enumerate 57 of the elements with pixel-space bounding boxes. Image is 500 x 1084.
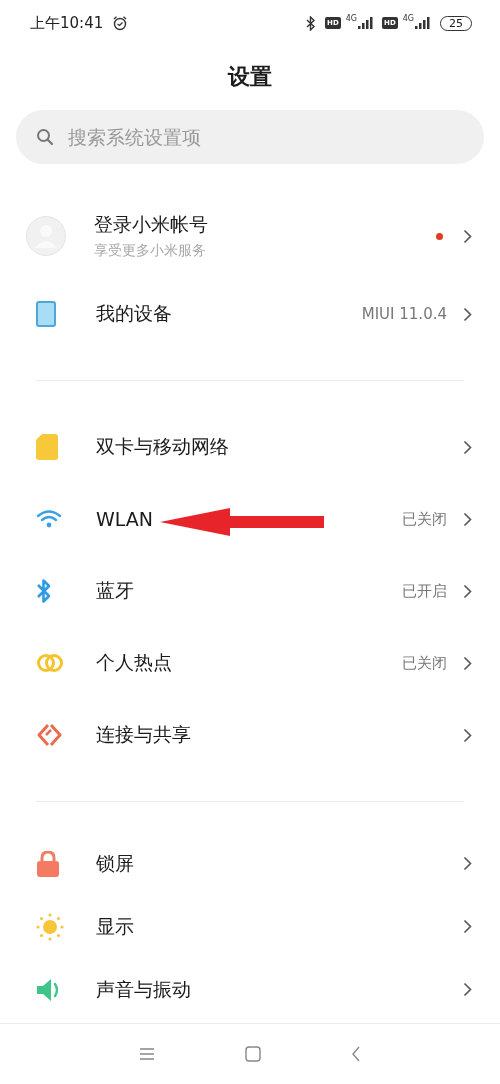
item-label: 个人热点: [96, 650, 172, 675]
signal-icon: [415, 17, 430, 29]
chevron-icon: [463, 228, 472, 244]
item-label: 双卡与移动网络: [96, 434, 229, 459]
bluetooth-icon: [306, 15, 317, 31]
tablet-icon: [36, 301, 56, 327]
item-label: 声音与振动: [96, 976, 191, 1002]
chevron-icon: [463, 511, 472, 527]
settings-item[interactable]: 显示: [0, 895, 500, 958]
settings-item[interactable]: 个人热点 已关闭: [0, 627, 500, 699]
settings-item[interactable]: 锁屏: [0, 832, 500, 895]
account-row[interactable]: 登录小米帐号 享受更多小米服务: [0, 164, 500, 278]
chevron-icon: [463, 919, 472, 934]
item-value: 已关闭: [402, 653, 447, 673]
wifi-icon: [36, 509, 62, 529]
item-label: 显示: [96, 913, 134, 939]
chevron-icon: [463, 439, 472, 455]
item-label: 蓝牙: [96, 578, 134, 603]
item-value: MIUI 11.0.4: [361, 305, 447, 323]
item-value: 已关闭: [402, 509, 447, 529]
status-time: 上午10:41: [30, 13, 104, 33]
avatar-icon: [26, 216, 66, 256]
item-label: 锁屏: [96, 850, 134, 876]
item-label: WLAN: [96, 508, 154, 530]
chevron-icon: [463, 982, 472, 997]
settings-item[interactable]: 我的设备 MIUI 11.0.4: [0, 278, 500, 350]
sim-card-icon: [36, 434, 58, 460]
chevron-icon: [463, 583, 472, 599]
item-value: 已开启: [402, 581, 447, 601]
share-icon: [36, 723, 62, 747]
search-field[interactable]: 搜索系统设置项: [16, 110, 484, 164]
chevron-icon: [463, 306, 472, 322]
chevron-icon: [463, 856, 472, 871]
settings-item[interactable]: 蓝牙 已开启: [0, 555, 500, 627]
network-type: 4G: [402, 14, 414, 23]
settings-item[interactable]: 连接与共享: [0, 699, 500, 771]
alarm-clock-icon: [112, 15, 129, 31]
bluetooth-icon: [36, 578, 52, 604]
settings-item[interactable]: WLAN 已关闭: [0, 483, 500, 555]
settings-item[interactable]: 声音与振动: [0, 958, 500, 1021]
page-title: 设置: [226, 63, 273, 91]
network-type: 4G: [345, 14, 358, 23]
item-label: 我的设备: [96, 301, 172, 326]
chevron-icon: [463, 727, 472, 743]
lock-icon: [36, 850, 60, 877]
signal-icon: [358, 17, 374, 29]
linked-rings-icon: [36, 653, 64, 673]
search-icon: [36, 128, 54, 146]
account-subtitle: 享受更多小米服务: [94, 242, 207, 260]
chevron-icon: [463, 655, 472, 671]
account-title: 登录小米帐号: [94, 212, 208, 237]
item-label: 连接与共享: [96, 722, 191, 747]
sun-icon: [36, 912, 64, 941]
back-icon[interactable]: [351, 1046, 361, 1062]
menu-icon[interactable]: [139, 1047, 155, 1061]
home-icon[interactable]: [245, 1046, 261, 1062]
settings-item[interactable]: 双卡与移动网络: [0, 411, 500, 483]
